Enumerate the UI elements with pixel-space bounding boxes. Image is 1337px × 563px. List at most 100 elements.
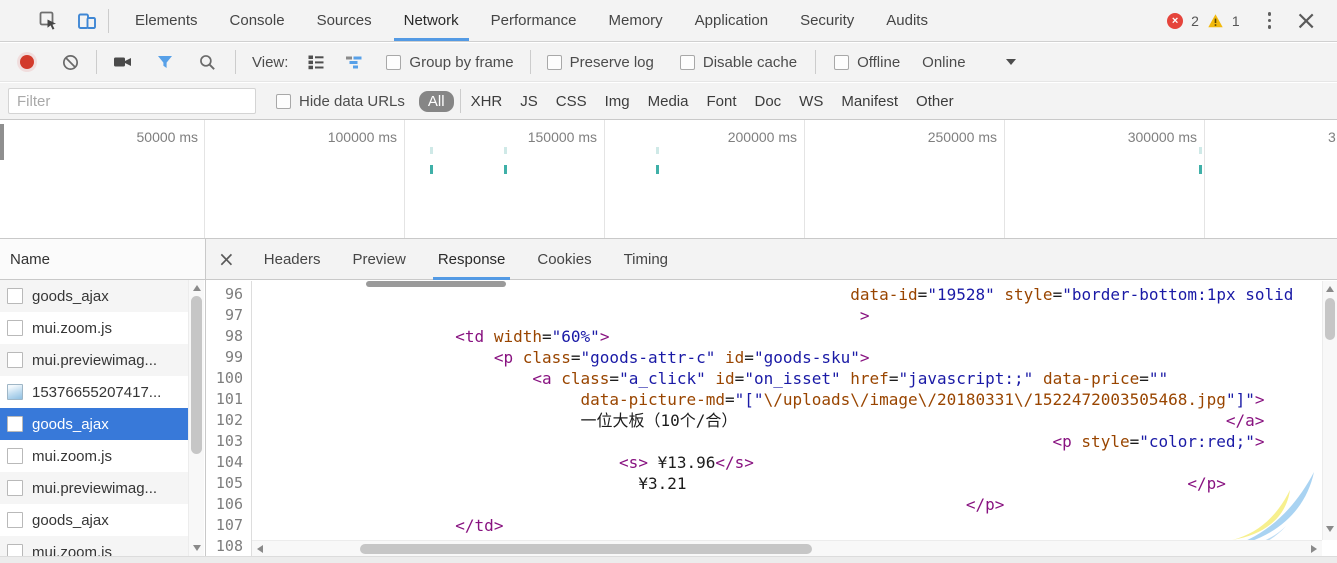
inspect-element-icon[interactable]	[38, 10, 60, 32]
warning-count[interactable]: 1	[1232, 13, 1240, 29]
network-overview-timeline[interactable]: 50000 ms 100000 ms 150000 ms 200000 ms 2…	[0, 120, 1337, 239]
hide-data-urls-label[interactable]: Hide data URLs	[299, 93, 405, 110]
request-name: goods_ajax	[32, 288, 109, 305]
waterfall-view-icon[interactable]	[342, 50, 366, 74]
scroll-down-icon[interactable]	[193, 545, 201, 551]
filter-type-img[interactable]: Img	[601, 91, 634, 112]
filter-type-xhr[interactable]: XHR	[467, 91, 507, 112]
request-name: mui.zoom.js	[32, 320, 112, 337]
activity-mark	[1199, 147, 1202, 154]
code-line: >	[253, 305, 1322, 326]
filter-type-all[interactable]: All	[419, 91, 454, 112]
request-name: 15376655207417...	[32, 384, 161, 401]
scrollbar-thumb[interactable]	[360, 544, 812, 554]
filter-icon[interactable]	[153, 50, 177, 74]
request-name: goods_ajax	[32, 416, 109, 433]
request-row[interactable]: mui.zoom.js	[0, 312, 188, 344]
main-tab-bar: Elements Console Sources Network Perform…	[0, 0, 1337, 42]
request-row[interactable]: 15376655207417...	[0, 376, 188, 408]
error-count[interactable]: 2	[1191, 13, 1199, 29]
filter-input[interactable]	[8, 88, 256, 114]
scroll-left-icon[interactable]	[257, 545, 263, 553]
tab-elements[interactable]: Elements	[119, 0, 214, 41]
activity-mark	[1199, 165, 1202, 174]
tick-label: 150000 ms	[487, 129, 597, 145]
code-line: data-id="19528" style="border-bottom:1px…	[253, 284, 1322, 305]
gridline	[204, 120, 205, 238]
tab-security[interactable]: Security	[784, 0, 870, 41]
request-row[interactable]: mui.zoom.js	[0, 440, 188, 472]
preserve-log-label[interactable]: Preserve log	[570, 54, 654, 71]
file-icon	[7, 480, 23, 496]
filter-type-js[interactable]: JS	[516, 91, 542, 112]
line-number: 100	[206, 368, 251, 389]
group-by-frame-checkbox[interactable]	[386, 55, 401, 70]
scroll-down-icon[interactable]	[1326, 526, 1334, 532]
line-number: 101	[206, 389, 251, 410]
tab-cookies[interactable]: Cookies	[524, 239, 604, 280]
close-detail-icon[interactable]: ×	[206, 249, 245, 269]
filter-type-doc[interactable]: Doc	[750, 91, 785, 112]
throttling-caret-icon[interactable]	[1006, 59, 1016, 65]
disable-cache-checkbox[interactable]	[680, 55, 695, 70]
filter-type-css[interactable]: CSS	[552, 91, 591, 112]
tab-performance[interactable]: Performance	[475, 0, 593, 41]
hide-data-urls-checkbox[interactable]	[276, 94, 291, 109]
response-vertical-scrollbar[interactable]	[1322, 281, 1337, 540]
scrollbar-thumb[interactable]	[191, 296, 202, 454]
filter-type-font[interactable]: Font	[702, 91, 740, 112]
request-row[interactable]: goods_ajax	[0, 504, 188, 536]
tab-audits[interactable]: Audits	[870, 0, 944, 41]
activity-mark	[656, 147, 659, 154]
request-row[interactable]: mui.previewimag...	[0, 472, 188, 504]
tab-console[interactable]: Console	[214, 0, 301, 41]
requests-list: goods_ajax mui.zoom.js mui.previewimag..…	[0, 280, 204, 563]
filter-type-media[interactable]: Media	[644, 91, 693, 112]
warning-badge-icon[interactable]	[1207, 13, 1224, 29]
search-icon[interactable]	[195, 50, 219, 74]
tab-timing[interactable]: Timing	[611, 239, 681, 280]
response-horizontal-scrollbar[interactable]	[252, 540, 1322, 556]
clear-icon[interactable]	[58, 50, 82, 74]
scroll-up-icon[interactable]	[1326, 286, 1334, 292]
filter-type-other[interactable]: Other	[912, 91, 958, 112]
throttling-select[interactable]: Online	[922, 54, 965, 71]
offline-label[interactable]: Offline	[857, 54, 900, 71]
group-by-frame-label[interactable]: Group by frame	[409, 54, 513, 71]
list-view-icon[interactable]	[304, 50, 328, 74]
tab-memory[interactable]: Memory	[593, 0, 679, 41]
tab-preview[interactable]: Preview	[339, 239, 418, 280]
file-icon	[7, 352, 23, 368]
request-row-selected[interactable]: goods_ajax	[0, 408, 188, 440]
scroll-right-icon[interactable]	[1311, 545, 1317, 553]
scrollbar-thumb[interactable]	[1325, 298, 1335, 340]
request-row[interactable]: mui.previewimag...	[0, 344, 188, 376]
scroll-up-icon[interactable]	[193, 285, 201, 291]
line-number: 105	[206, 473, 251, 494]
record-network-log-button[interactable]	[20, 55, 34, 69]
tab-sources[interactable]: Sources	[301, 0, 388, 41]
tab-network[interactable]: Network	[388, 0, 475, 41]
requests-scrollbar[interactable]	[188, 280, 204, 556]
line-number: 107	[206, 515, 251, 536]
offline-checkbox[interactable]	[834, 55, 849, 70]
error-badge-icon[interactable]: ×	[1167, 13, 1183, 29]
name-column-header[interactable]: Name	[0, 239, 205, 280]
more-options-icon[interactable]	[1258, 8, 1282, 33]
close-devtools-icon[interactable]: ×	[1289, 11, 1323, 31]
preserve-log-checkbox[interactable]	[547, 55, 562, 70]
filter-type-ws[interactable]: WS	[795, 91, 827, 112]
tick-label: 250000 ms	[887, 129, 997, 145]
request-row[interactable]: goods_ajax	[0, 280, 188, 312]
tab-application[interactable]: Application	[679, 0, 784, 41]
tab-headers[interactable]: Headers	[251, 239, 334, 280]
disable-cache-label[interactable]: Disable cache	[703, 54, 797, 71]
code-line: </td>	[253, 515, 1322, 536]
file-icon	[7, 448, 23, 464]
toggle-device-toolbar-icon[interactable]	[76, 10, 98, 32]
filter-type-manifest[interactable]: Manifest	[837, 91, 902, 112]
divider	[96, 50, 97, 74]
tab-response[interactable]: Response	[425, 239, 519, 280]
capture-screenshots-icon[interactable]	[111, 50, 135, 74]
activity-mark	[504, 165, 507, 174]
